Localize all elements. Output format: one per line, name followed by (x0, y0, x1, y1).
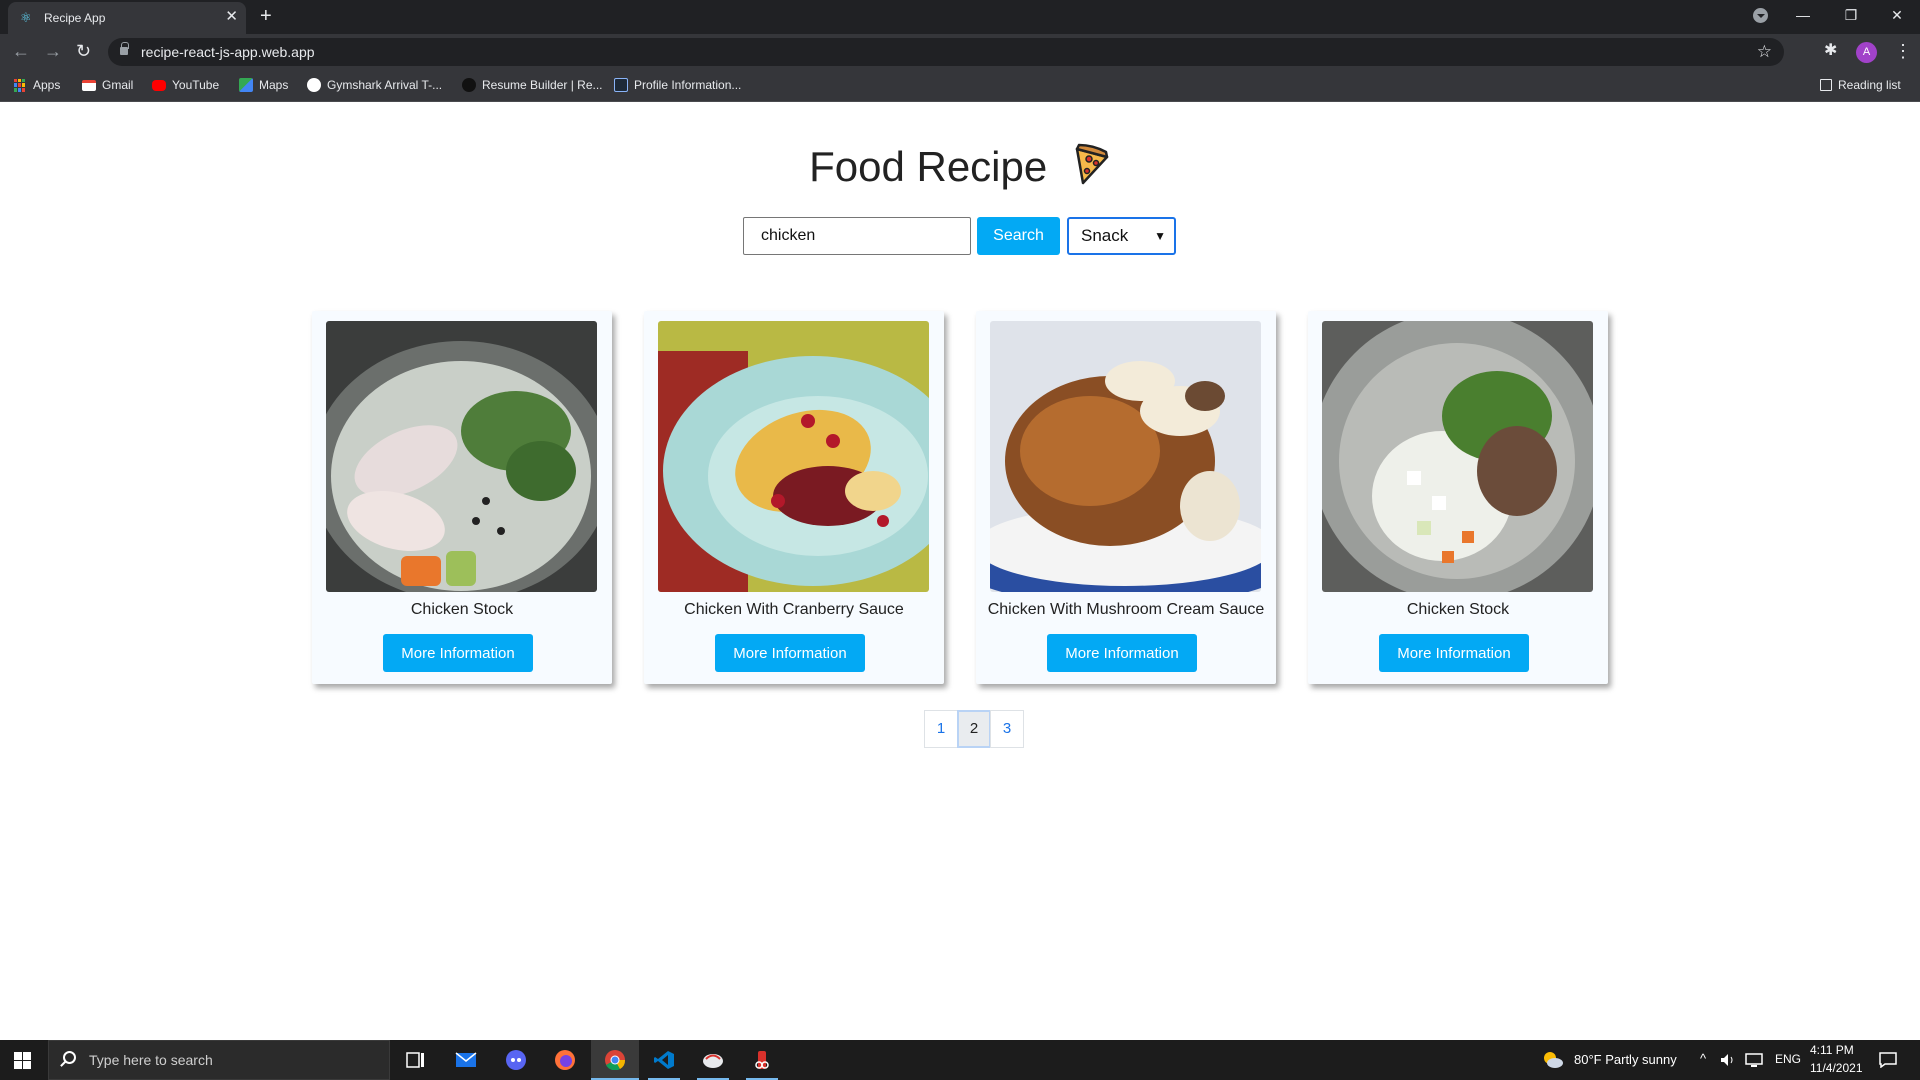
profile-avatar[interactable]: A (1856, 42, 1877, 63)
browser-toolbar: ← → ↻ recipe-react-js-app.web.app ☆ ✱ A … (0, 34, 1920, 70)
bookmark-gmail[interactable]: Gmail (82, 78, 133, 92)
bookmark-star-icon[interactable]: ☆ (1757, 42, 1772, 62)
browser-tab-strip: ⚛ Recipe App ✕ + — ❐ ✕ (0, 0, 1920, 34)
url-text[interactable]: recipe-react-js-app.web.app (141, 44, 315, 60)
bookmark-label: Gymshark Arrival T-... (327, 78, 443, 92)
taskbar-search-placeholder: Type here to search (89, 1052, 213, 1068)
task-view-icon[interactable] (392, 1040, 440, 1080)
bookmark-label: Gmail (102, 78, 134, 92)
meal-type-select[interactable]: Snack ▼ (1067, 217, 1176, 255)
bookmark-label: Maps (259, 78, 289, 92)
react-favicon-icon: ⚛ (20, 10, 32, 25)
page-title-row: Food Recipe (0, 143, 1920, 191)
page-title: Food Recipe (809, 143, 1048, 190)
search-button[interactable]: Search (977, 217, 1060, 255)
new-tab-button[interactable]: + (260, 5, 272, 27)
chrome-menu-icon[interactable]: ⋮ (1894, 41, 1912, 61)
more-information-button[interactable]: More Information (383, 634, 533, 672)
tab-title: Recipe App (44, 11, 106, 25)
back-icon[interactable]: ← (12, 41, 30, 61)
pagination: 1 2 3 (924, 710, 1024, 748)
bookmark-label: Apps (33, 78, 61, 92)
network-icon[interactable] (1745, 1053, 1763, 1067)
bookmark-label: Profile Information... (634, 78, 742, 92)
recipe-title: Chicken With Cranberry Sauce (684, 601, 904, 618)
forward-icon[interactable]: → (44, 41, 62, 61)
volume-icon[interactable] (1720, 1053, 1736, 1067)
bookmark-gymshark[interactable]: Gymshark Arrival T-... (307, 78, 442, 92)
taskbar-search-box[interactable]: Type here to search (48, 1040, 390, 1080)
page-button-3[interactable]: 3 (990, 710, 1024, 748)
tab-close-icon[interactable]: ✕ (225, 9, 238, 25)
address-bar[interactable]: recipe-react-js-app.web.app ☆ (108, 38, 1784, 66)
vscode-icon[interactable] (640, 1040, 688, 1080)
chevron-down-icon: ▼ (1154, 229, 1166, 243)
bookmark-label: Resume Builder | Re... (482, 78, 603, 92)
resume-icon (462, 78, 476, 92)
recipe-title: Chicken With Mushroom Cream Sauce (987, 601, 1265, 618)
page-button-2-current[interactable]: 2 (957, 710, 991, 748)
gymshark-icon (307, 78, 321, 92)
bookmark-resume-builder[interactable]: Resume Builder | Re... (462, 78, 603, 92)
browser-tab[interactable]: ⚛ Recipe App ✕ (8, 2, 246, 34)
recipe-image (990, 321, 1261, 592)
recipe-card: Chicken With Cranberry Sauce More Inform… (644, 311, 944, 684)
recipe-image (1322, 321, 1593, 592)
page-button-1[interactable]: 1 (924, 710, 958, 748)
more-information-button[interactable]: More Information (715, 634, 865, 672)
windows-taskbar: Type here to search 80°F Partly sunny ^ … (0, 1040, 1920, 1080)
bookmark-label: YouTube (172, 78, 220, 92)
weather-partly-sunny-icon[interactable] (1542, 1050, 1564, 1070)
maps-icon (239, 78, 253, 92)
restore-button[interactable]: ❐ (1828, 0, 1874, 30)
mail-icon[interactable] (442, 1040, 490, 1080)
notifications-icon[interactable] (1879, 1052, 1897, 1068)
extensions-puzzle-icon[interactable]: ✱ (1824, 42, 1837, 60)
weather-text[interactable]: 80°F Partly sunny (1574, 1052, 1677, 1067)
tab-search-icon[interactable] (1753, 8, 1768, 23)
firefox-icon[interactable] (541, 1040, 589, 1080)
bookmark-maps[interactable]: Maps (239, 78, 288, 92)
reload-icon[interactable]: ↻ (76, 41, 91, 61)
gmail-icon (82, 79, 96, 91)
discord-icon[interactable] (492, 1040, 540, 1080)
profile-icon (614, 78, 628, 92)
bookmark-apps[interactable]: Apps (14, 78, 60, 92)
app-icon[interactable] (689, 1040, 737, 1080)
recipe-card: Chicken Stock More Information (312, 311, 612, 684)
windows-start-icon[interactable] (14, 1052, 31, 1069)
apps-grid-icon (14, 78, 27, 92)
search-icon (63, 1051, 76, 1064)
pizza-icon (1075, 143, 1109, 185)
reading-list-icon (1820, 79, 1832, 91)
close-window-button[interactable]: ✕ (1874, 0, 1920, 30)
clock-time[interactable]: 4:11 PM (1810, 1043, 1854, 1057)
minimize-button[interactable]: — (1780, 0, 1826, 30)
snipping-tool-icon[interactable] (738, 1040, 786, 1080)
chrome-icon[interactable] (591, 1040, 639, 1080)
meal-type-selected: Snack (1081, 226, 1129, 245)
search-input[interactable] (743, 217, 971, 255)
more-information-button[interactable]: More Information (1379, 634, 1529, 672)
more-information-button[interactable]: More Information (1047, 634, 1197, 672)
recipe-image (658, 321, 929, 592)
bookmark-profile-information[interactable]: Profile Information... (614, 78, 741, 92)
lock-icon[interactable] (120, 42, 129, 55)
language-indicator[interactable]: ENG (1775, 1052, 1801, 1066)
reading-list-button[interactable]: Reading list (1820, 78, 1901, 92)
clock-date[interactable]: 11/4/2021 (1810, 1061, 1863, 1075)
tray-chevron-up-icon[interactable]: ^ (1700, 1051, 1706, 1066)
reading-list-label: Reading list (1838, 78, 1901, 92)
recipe-title: Chicken Stock (1406, 601, 1510, 618)
bookmark-youtube[interactable]: YouTube (152, 78, 219, 92)
recipe-card: Chicken With Mushroom Cream Sauce More I… (976, 311, 1276, 684)
recipe-card: Chicken Stock More Information (1308, 311, 1608, 684)
bookmarks-bar: Apps Gmail YouTube Maps Gymshark Arrival… (0, 70, 1920, 102)
recipe-app-page: Food Recipe Search Snack ▼ (0, 103, 1920, 1039)
recipe-title: Chicken Stock (410, 601, 514, 618)
youtube-icon (152, 79, 166, 91)
recipe-image (326, 321, 597, 592)
